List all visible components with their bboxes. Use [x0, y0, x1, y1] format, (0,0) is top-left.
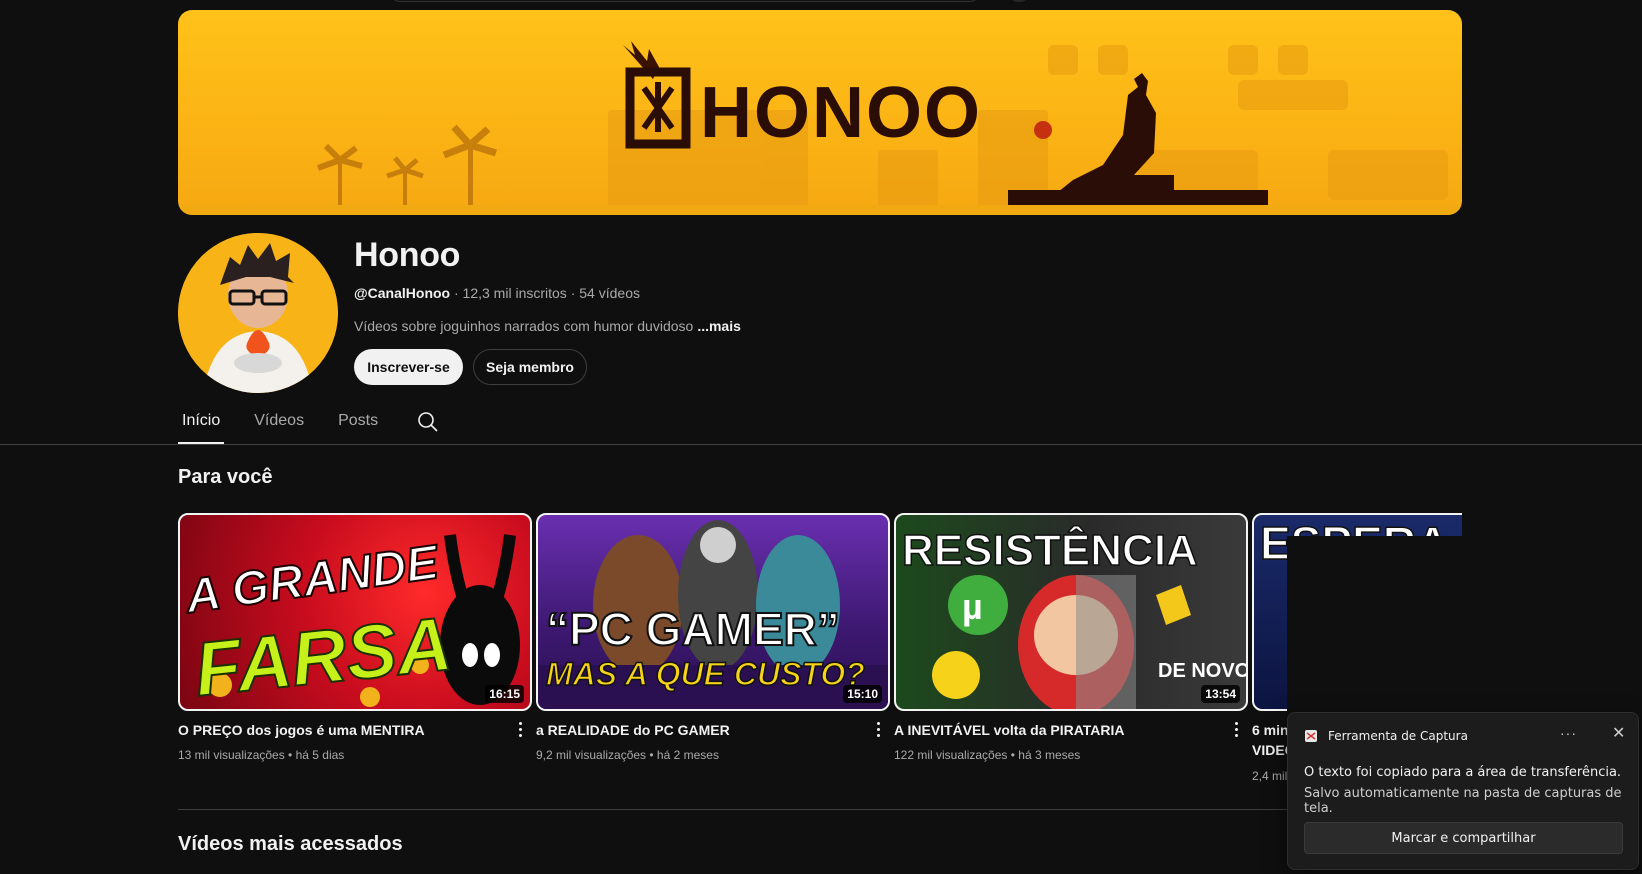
channel-tabs: Início Vídeos Posts — [178, 400, 440, 444]
toast-message-line-2: Salvo automaticamente na pasta de captur… — [1304, 786, 1622, 816]
subscribe-button[interactable]: Inscrever-se — [354, 349, 463, 385]
video-title-line-1: 6 min — [1252, 722, 1289, 738]
thumb-text-1: “PC GAMER” — [546, 603, 840, 655]
video-title[interactable]: a REALIDADE do PC GAMER — [536, 720, 866, 740]
tab-home[interactable]: Início — [178, 400, 225, 444]
thumb-text-1: RESISTÊNCIA — [902, 525, 1198, 575]
meta-separator: · — [450, 285, 463, 301]
video-thumbnail[interactable]: A GRANDE FARSA 16:15 — [178, 513, 532, 711]
section-title-for-you: Para você — [178, 466, 273, 488]
toast-app-name: Ferramenta de Captura — [1328, 729, 1468, 743]
video-card[interactable]: “PC GAMER” MAS A QUE CUSTO? 15:10 a REAL… — [536, 513, 890, 762]
video-age: há 2 meses — [656, 748, 719, 762]
video-title[interactable]: O PREÇO dos jogos é uma MENTIRA — [178, 720, 508, 740]
toast-message-line-1: O texto foi copiado para a área de trans… — [1304, 765, 1622, 780]
snipping-tool-notification[interactable]: Ferramenta de Captura ··· ✕ O texto foi … — [1287, 712, 1639, 870]
search-box-edge[interactable] — [390, 0, 980, 2]
video-thumbnail[interactable]: µ RESISTÊNCIA DE NOVO 13:54 — [894, 513, 1248, 711]
video-card[interactable]: µ RESISTÊNCIA DE NOVO 13:54 A INEVITÁVEL… — [894, 513, 1248, 762]
meta-separator: · — [566, 285, 580, 301]
video-duration: 16:15 — [485, 685, 524, 703]
more-vert-icon[interactable] — [870, 719, 886, 739]
video-shelf: A GRANDE FARSA 16:15 O PREÇO dos jogos é… — [178, 513, 1462, 813]
video-meta: 2,4 mil — [1252, 769, 1287, 783]
video-views: 9,2 mil visualizações — [536, 748, 647, 762]
video-meta: 9,2 mil visualizações • há 2 meses — [536, 748, 719, 762]
video-thumbnail[interactable]: “PC GAMER” MAS A QUE CUSTO? 15:10 — [536, 513, 890, 711]
toast-overlay-blank — [1287, 536, 1462, 712]
svg-text:HONOO: HONOO — [700, 73, 982, 153]
channel-description[interactable]: Vídeos sobre joguinhos narrados com humo… — [354, 318, 741, 334]
video-duration: 15:10 — [843, 685, 882, 703]
video-age: há 3 meses — [1018, 748, 1081, 762]
video-views: 2,4 mil — [1252, 769, 1288, 783]
join-membership-button[interactable]: Seja membro — [473, 349, 587, 385]
channel-avatar[interactable] — [178, 233, 338, 393]
more-vert-icon[interactable] — [1228, 719, 1244, 739]
video-views: 122 mil visualizações — [894, 748, 1008, 762]
section-title-most-viewed: Vídeos mais acessados — [178, 833, 403, 855]
video-views: 13 mil visualizações — [178, 748, 285, 762]
video-count: 54 vídeos — [579, 285, 640, 301]
thumb-text-2: MAS A QUE CUSTO? — [546, 656, 865, 692]
tab-videos[interactable]: Vídeos — [250, 400, 308, 444]
video-age: há 5 dias — [295, 748, 345, 762]
banner-artwork: HONOO — [178, 41, 1462, 215]
voice-search-button-edge[interactable] — [1008, 0, 1030, 2]
thumb-text-2: DE NOVO — [1158, 660, 1248, 682]
snipping-tool-icon — [1304, 729, 1318, 743]
video-title[interactable]: A INEVITÁVEL volta da PIRATARIA — [894, 720, 1224, 740]
more-vert-icon[interactable] — [512, 719, 528, 739]
tabs-divider — [0, 444, 1642, 445]
search-icon[interactable] — [416, 410, 440, 434]
video-duration: 13:54 — [1201, 685, 1240, 703]
tab-posts[interactable]: Posts — [334, 400, 382, 444]
channel-handle: @CanalHonoo — [354, 285, 451, 301]
channel-meta: @CanalHonoo · 12,3 mil inscritos · 54 ví… — [354, 285, 640, 301]
description-text: Vídeos sobre joguinhos narrados com humo… — [354, 318, 694, 334]
channel-banner: HONOO — [178, 10, 1462, 215]
subscriber-count: 12,3 mil inscritos — [462, 285, 567, 301]
avatar-illustration — [178, 233, 338, 393]
channel-name: Honoo — [354, 236, 461, 274]
svg-text:µ: µ — [962, 586, 983, 627]
video-card[interactable]: A GRANDE FARSA 16:15 O PREÇO dos jogos é… — [178, 513, 532, 762]
description-more-link[interactable]: ...mais — [697, 318, 741, 334]
section-divider — [178, 809, 1462, 810]
mark-and-share-button[interactable]: Marcar e compartilhar — [1304, 822, 1623, 854]
video-meta: 13 mil visualizações • há 5 dias — [178, 748, 345, 762]
more-options-icon[interactable]: ··· — [1560, 725, 1577, 741]
close-icon[interactable]: ✕ — [1612, 723, 1625, 743]
video-meta: 122 mil visualizações • há 3 meses — [894, 748, 1081, 762]
